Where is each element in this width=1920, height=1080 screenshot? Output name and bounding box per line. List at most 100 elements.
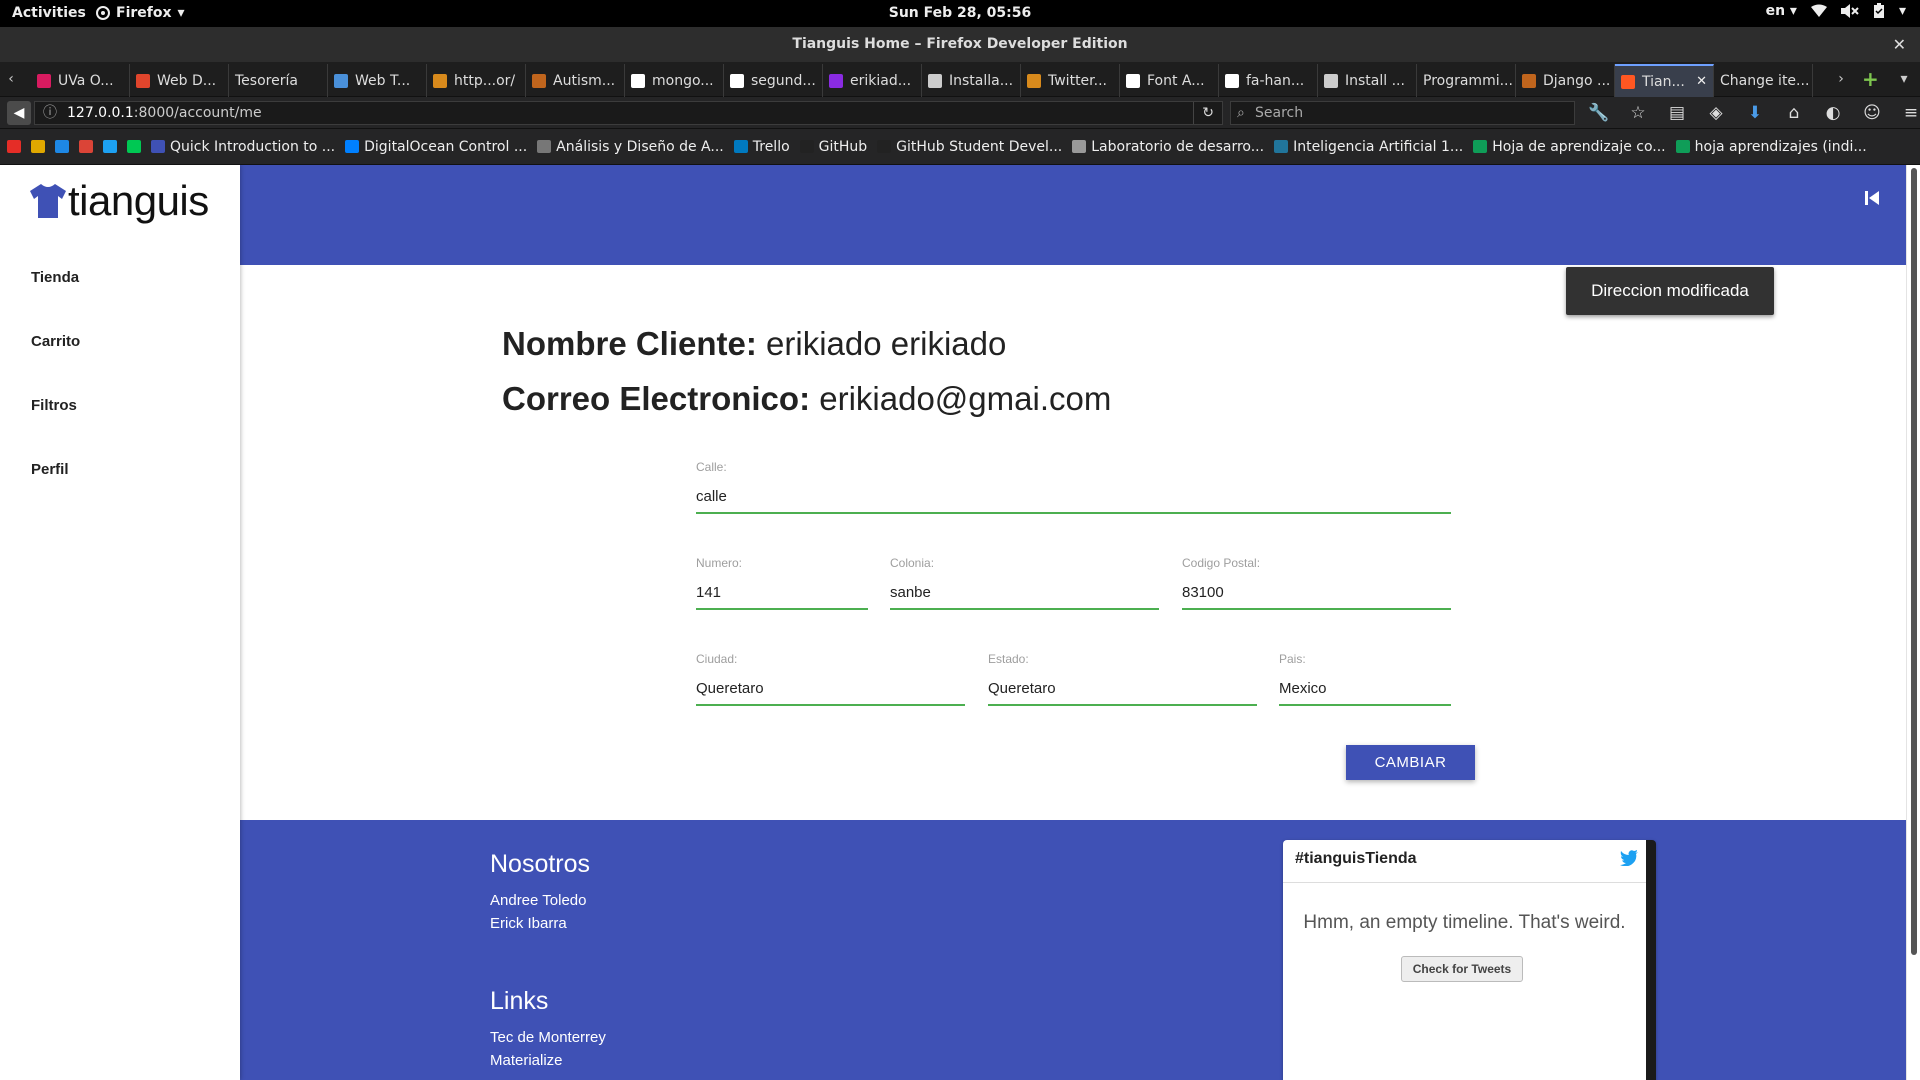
tab-label: Twitter... [1048, 72, 1107, 89]
tab[interactable]: Tesorería [229, 64, 328, 97]
tab-active[interactable]: Tian... ✕ [1615, 64, 1714, 97]
clock[interactable]: Sun Feb 28, 05:56 [889, 5, 1032, 21]
system-menu-chevron-icon[interactable]: ▾ [1899, 3, 1906, 19]
tab-label: Install ... [1345, 72, 1405, 89]
tab[interactable]: Twitter... [1021, 64, 1120, 97]
client-email-value: erikiado@gmai.com [819, 380, 1112, 417]
pocket-icon[interactable]: ◈ [1705, 103, 1727, 123]
app-menu[interactable]: Firefox ▾ [96, 5, 185, 21]
activities-button[interactable]: Activities [12, 5, 86, 21]
sidebar-item-perfil[interactable]: Perfil [31, 461, 69, 478]
logo[interactable]: tianguis [30, 177, 209, 225]
tab[interactable]: Web T... [328, 64, 427, 97]
site-info-icon[interactable]: ⓘ [43, 102, 57, 124]
codigo-postal-input[interactable] [1182, 570, 1451, 610]
scrollbar-thumb[interactable] [1911, 168, 1917, 955]
bookmark-item[interactable]: Análisis y Diseño de A... [537, 139, 724, 155]
bookmark-item[interactable]: DigitalOcean Control ... [345, 139, 527, 155]
tab[interactable]: Installa... [922, 64, 1021, 97]
search-input[interactable]: ⌕ Search [1230, 101, 1575, 125]
tab[interactable]: fa-han... [1219, 64, 1318, 97]
tab[interactable]: UVa O... [31, 64, 130, 97]
footer-link-materialize[interactable]: Materialize [490, 1052, 563, 1069]
home-icon[interactable]: ⌂ [1783, 103, 1805, 123]
volume-muted-icon[interactable] [1840, 4, 1859, 18]
navigation-toolbar: ◀ ⓘ 127.0.0.1:8000/account/me ↻ ⌕ Search… [0, 97, 1920, 129]
downloads-icon[interactable]: ⬇ [1744, 103, 1766, 123]
tab[interactable]: Django ... [1516, 64, 1615, 97]
numero-label: Numero: [696, 556, 743, 570]
url-bar[interactable]: ⓘ 127.0.0.1:8000/account/me ↻ [34, 101, 1223, 125]
bookmark-item[interactable] [127, 140, 141, 153]
sidebar-item-filtros[interactable]: Filtros [31, 397, 77, 414]
new-tab-plus-icon[interactable]: + [1862, 62, 1879, 97]
tab-favicon-icon [1621, 74, 1635, 89]
tab[interactable]: Change ite... [1714, 64, 1813, 97]
colonia-label: Colonia: [890, 556, 935, 570]
chat-icon[interactable]: ☺ [1861, 103, 1883, 123]
check-for-tweets-button[interactable]: Check for Tweets [1401, 956, 1523, 982]
bookmark-item[interactable] [31, 140, 45, 153]
devtools-icon[interactable]: ◐ [1822, 103, 1844, 123]
bookmark-item[interactable]: Quick Introduction to ... [151, 139, 335, 155]
list-all-tabs-icon[interactable]: ▾ [1895, 62, 1913, 97]
tab[interactable]: mongo... [625, 64, 724, 97]
window-titlebar: Tianguis Home – Firefox Developer Editio… [0, 27, 1920, 62]
colonia-input[interactable] [890, 570, 1159, 610]
hamburger-menu-icon[interactable]: ≡ [1900, 103, 1920, 123]
numero-input[interactable] [696, 570, 868, 610]
web-page: tianguis Tienda Carrito Filtros Perfil D… [0, 165, 1920, 1080]
bookmark-item[interactable]: GitHub Student Devel... [877, 139, 1062, 155]
calle-field: Calle: [696, 460, 1451, 514]
estado-input[interactable] [988, 666, 1257, 706]
tab-scroll-left-icon[interactable]: ‹ [2, 62, 20, 97]
wifi-icon[interactable] [1810, 4, 1827, 18]
cambiar-button[interactable]: CAMBIAR [1346, 745, 1475, 780]
language-indicator[interactable]: en ▾ [1766, 3, 1797, 19]
bookmark-item[interactable]: Laboratorio de desarro... [1072, 139, 1264, 155]
bookmark-label: DigitalOcean Control ... [364, 138, 528, 155]
page-scrollbar[interactable] [1906, 165, 1920, 1080]
back-button[interactable]: ◀ [7, 101, 31, 125]
bookmark-item[interactable]: hoja aprendizajes (indi... [1675, 139, 1867, 155]
tab-label: Django ... [1543, 72, 1611, 89]
tab[interactable]: Install ... [1318, 64, 1417, 97]
bookmark-star-icon[interactable]: ☆ [1627, 103, 1649, 123]
reading-list-icon[interactable]: ▤ [1666, 103, 1688, 123]
bookmark-item[interactable]: Hoja de aprendizaje co... [1473, 139, 1666, 155]
close-tab-icon[interactable]: ✕ [1696, 74, 1707, 89]
tab[interactable]: http...or/ [427, 64, 526, 97]
twitter-widget-title[interactable]: #tianguisTienda [1283, 840, 1646, 883]
skip-back-icon[interactable] [1864, 190, 1880, 206]
tab[interactable]: erikiad... [823, 64, 922, 97]
sidebar-item-tienda[interactable]: Tienda [31, 269, 79, 286]
bookmark-favicon-icon [1072, 140, 1087, 153]
ciudad-input[interactable] [696, 666, 965, 706]
sidebar-item-carrito[interactable]: Carrito [31, 333, 80, 350]
bookmark-item[interactable] [7, 140, 21, 153]
bookmark-favicon-icon [151, 140, 165, 153]
bookmark-item[interactable] [79, 140, 93, 153]
bookmark-item[interactable] [55, 140, 69, 153]
bookmark-item[interactable]: Trello [733, 139, 790, 155]
wrench-icon[interactable]: 🔧 [1588, 103, 1610, 123]
twitter-bird-icon[interactable] [1620, 850, 1638, 866]
tab[interactable]: Font A... [1120, 64, 1219, 97]
tab-scroll-right-icon[interactable]: › [1832, 62, 1850, 97]
reload-icon[interactable]: ↻ [1193, 102, 1214, 124]
calle-input[interactable] [696, 474, 1451, 514]
tab-label: Web T... [355, 72, 411, 89]
close-window-icon[interactable]: ✕ [1893, 27, 1906, 62]
tab-favicon-icon [433, 73, 447, 88]
pais-input[interactable] [1279, 666, 1451, 706]
side-nav: tianguis Tienda Carrito Filtros Perfil [0, 165, 240, 1080]
footer-link-tec[interactable]: Tec de Monterrey [490, 1029, 606, 1046]
bookmark-item[interactable] [103, 140, 117, 153]
tab[interactable]: Web D... [130, 64, 229, 97]
tab[interactable]: Autism... [526, 64, 625, 97]
bookmark-item[interactable]: Inteligencia Artificial 1... [1274, 139, 1463, 155]
tab[interactable]: Programmi... [1417, 64, 1516, 97]
tab[interactable]: segund... [724, 64, 823, 97]
battery-icon[interactable] [1873, 3, 1885, 19]
bookmark-item[interactable]: GitHub [799, 139, 867, 155]
